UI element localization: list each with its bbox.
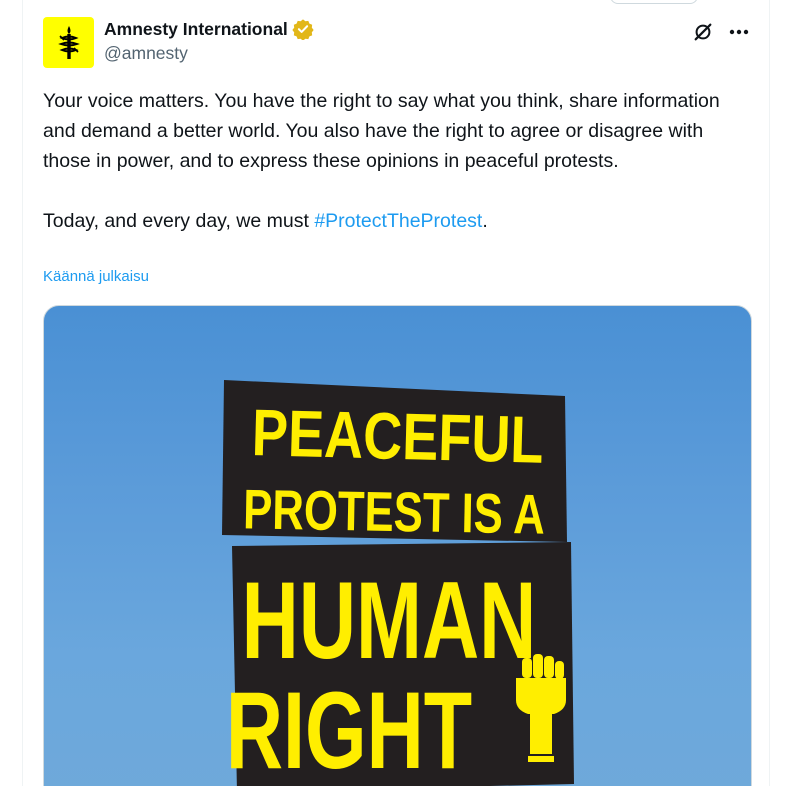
translate-post-link[interactable]: Käännä julkaisu <box>43 268 149 285</box>
hashtag-link[interactable]: #ProtectTheProtest <box>314 210 482 232</box>
grok-icon <box>694 23 712 41</box>
author-name-row: Amnesty International <box>104 17 314 41</box>
tweet-paragraph-2-text: Today, and every day, we must <box>43 210 315 232</box>
poster-line-1: PEACEFUL <box>251 395 544 477</box>
tweet-paragraph-2-end: . <box>482 210 488 232</box>
gold-verified-icon[interactable] <box>292 18 314 40</box>
top-pill-button[interactable] <box>610 0 698 4</box>
more-options-button[interactable] <box>726 20 752 44</box>
poster-line-4: RIGHT <box>226 669 472 786</box>
tweet-media-image[interactable]: PEACEFUL PROTEST IS A HUMAN RIGHT <box>43 305 752 786</box>
author-handle[interactable]: @amnesty <box>104 43 188 64</box>
more-icon <box>729 29 749 35</box>
poster-line-2: PROTEST IS A <box>243 478 546 546</box>
grok-button[interactable] <box>691 20 715 44</box>
amnesty-candle-logo-icon <box>57 25 80 59</box>
tweet-paragraph-1: Your voice matters. You have the right t… <box>43 90 720 172</box>
tweet-paragraph-2: Today, and every day, we must #ProtectTh… <box>43 206 743 236</box>
avatar[interactable] <box>43 17 94 68</box>
tweet-card: Amnesty International @amnesty Your voic… <box>22 0 770 786</box>
protest-poster: PEACEFUL PROTEST IS A HUMAN RIGHT <box>222 380 574 786</box>
poster-line-3: HUMAN <box>242 559 537 682</box>
author-display-name[interactable]: Amnesty International <box>104 19 288 40</box>
tweet-text: Your voice matters. You have the right t… <box>43 86 743 236</box>
